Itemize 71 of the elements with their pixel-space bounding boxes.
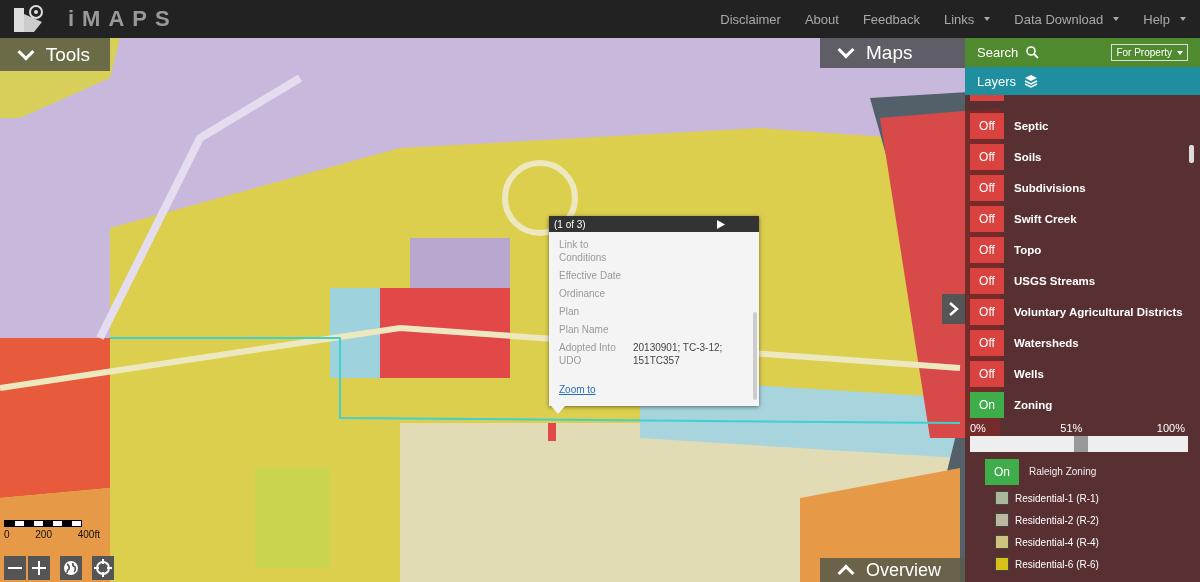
next-icon[interactable] <box>717 219 725 229</box>
nav-link[interactable]: Feedback <box>862 11 920 27</box>
layer-name: Voluntary Agricultural Districts <box>1014 305 1183 318</box>
scale-label: 400ft <box>77 529 100 540</box>
nav-link[interactable]: Disclaimer <box>720 11 781 27</box>
scale-label: 0 <box>4 529 10 540</box>
layer-toggle[interactable]: Off <box>970 236 1004 263</box>
layer-name: Soils <box>1014 150 1042 163</box>
search-scope-dropdown[interactable]: For Property <box>1111 44 1188 61</box>
popup-title: (1 of 3) <box>554 218 586 230</box>
layer-name: Zoning <box>1014 398 1053 411</box>
locate-button[interactable] <box>92 556 114 580</box>
app-title: iMAPS <box>68 6 178 32</box>
plus-icon <box>32 561 46 575</box>
attribute-label: Adopted Into UDO <box>559 341 617 367</box>
layer-toggle[interactable]: On <box>985 458 1019 485</box>
globe-button[interactable] <box>60 556 82 580</box>
map-pin-logo-icon <box>12 4 46 34</box>
legend-label: Residential-6 (R-6) <box>1015 558 1099 570</box>
layer-toggle[interactable]: Off <box>970 329 1004 356</box>
crosshair-icon <box>94 559 112 577</box>
layer-name: Subdivisions <box>1014 181 1086 194</box>
layer-toggle[interactable]: Off <box>970 174 1004 201</box>
layer-name: Watersheds <box>1014 336 1079 349</box>
opacity-value-label: 51% <box>1060 422 1083 434</box>
zoom-out-button[interactable] <box>4 556 26 580</box>
layers-icon <box>1024 74 1039 88</box>
opacity-slider[interactable] <box>970 436 1188 452</box>
chevron-right-icon <box>948 301 960 317</box>
collapse-panel-button[interactable] <box>942 294 966 324</box>
layer-toggle[interactable]: Off <box>970 205 1004 232</box>
layer-name: Raleigh Zoning <box>1029 466 1097 477</box>
layer-name: Wells <box>1014 367 1044 380</box>
opacity-max-label: 100% <box>1156 422 1185 434</box>
layer-name: Topo <box>1014 243 1042 256</box>
layer-toggle[interactable]: Off <box>970 298 1004 325</box>
zoom-to-link[interactable]: Zoom to <box>559 384 749 395</box>
globe-icon <box>63 560 79 576</box>
layer-toggle[interactable]: Off <box>970 143 1004 170</box>
layer-name: Swift Creek <box>1014 212 1077 225</box>
nav-dropdown[interactable]: Links <box>944 11 991 27</box>
nav-link[interactable]: About <box>804 11 839 27</box>
zoom-in-button[interactable] <box>28 556 50 580</box>
attribute-label: Plan <box>559 305 580 318</box>
legend-label: Residential-1 (R-1) <box>1015 492 1099 504</box>
opacity-min-label: 0% <box>970 422 986 434</box>
maps-tab[interactable]: Maps <box>820 38 965 68</box>
legend-label: Residential-2 (R-2) <box>1015 514 1099 526</box>
nav-dropdown[interactable]: Data Download <box>1014 11 1120 27</box>
layer-toggle[interactable]: On <box>970 391 1004 418</box>
attribute-value: 20130901; TC-3-12; 151TC357 <box>633 341 724 367</box>
attribute-label: Plan Name <box>559 323 610 336</box>
nav-dropdown[interactable]: Help <box>1143 11 1186 27</box>
scrollbar-thumb[interactable] <box>753 312 757 400</box>
scrollbar-thumb[interactable] <box>1189 145 1194 163</box>
search-label: Search <box>977 45 1019 60</box>
layer-name: USGS Streams <box>1014 274 1096 287</box>
search-icon[interactable] <box>1026 46 1040 59</box>
layer-toggle[interactable]: Off <box>970 267 1004 294</box>
slider-thumb[interactable] <box>1074 436 1089 452</box>
scale-label: 200 <box>35 529 52 540</box>
tools-tab[interactable]: Tools <box>0 38 110 71</box>
attribute-label: Ordinance <box>559 287 607 300</box>
layers-label: Layers <box>977 73 1017 89</box>
attribute-label: Effective Date <box>559 269 623 282</box>
overview-tab[interactable]: Overview <box>820 558 965 582</box>
attribute-label: Link to Conditions <box>559 238 608 264</box>
layer-toggle[interactable]: Off <box>970 112 1004 139</box>
legend-label: Residential-4 (R-4) <box>1015 536 1099 548</box>
layer-toggle[interactable]: Off <box>970 360 1004 387</box>
layer-name: Septic <box>1014 119 1049 132</box>
